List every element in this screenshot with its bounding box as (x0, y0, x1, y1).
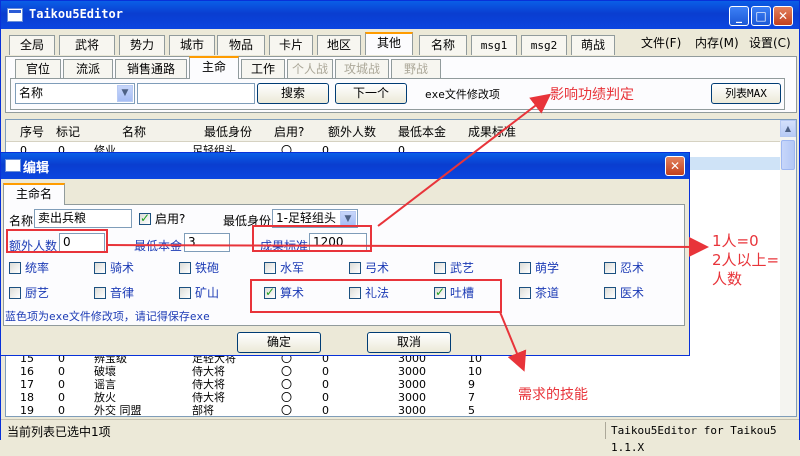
annotation-box-skills (250, 279, 502, 313)
annotation-arrows (107, 93, 709, 372)
annotation-skills: 需求的技能 (518, 387, 588, 403)
annotation-box-extra (6, 229, 108, 253)
annotation-people-2: 2人以上= (712, 251, 780, 269)
annotation-box-result (252, 225, 372, 252)
annotation-merit: 影响功绩判定 (550, 87, 634, 103)
annotation-people-1: 1人=0 (712, 232, 759, 250)
annotation-people-3: 人数 (712, 270, 743, 288)
